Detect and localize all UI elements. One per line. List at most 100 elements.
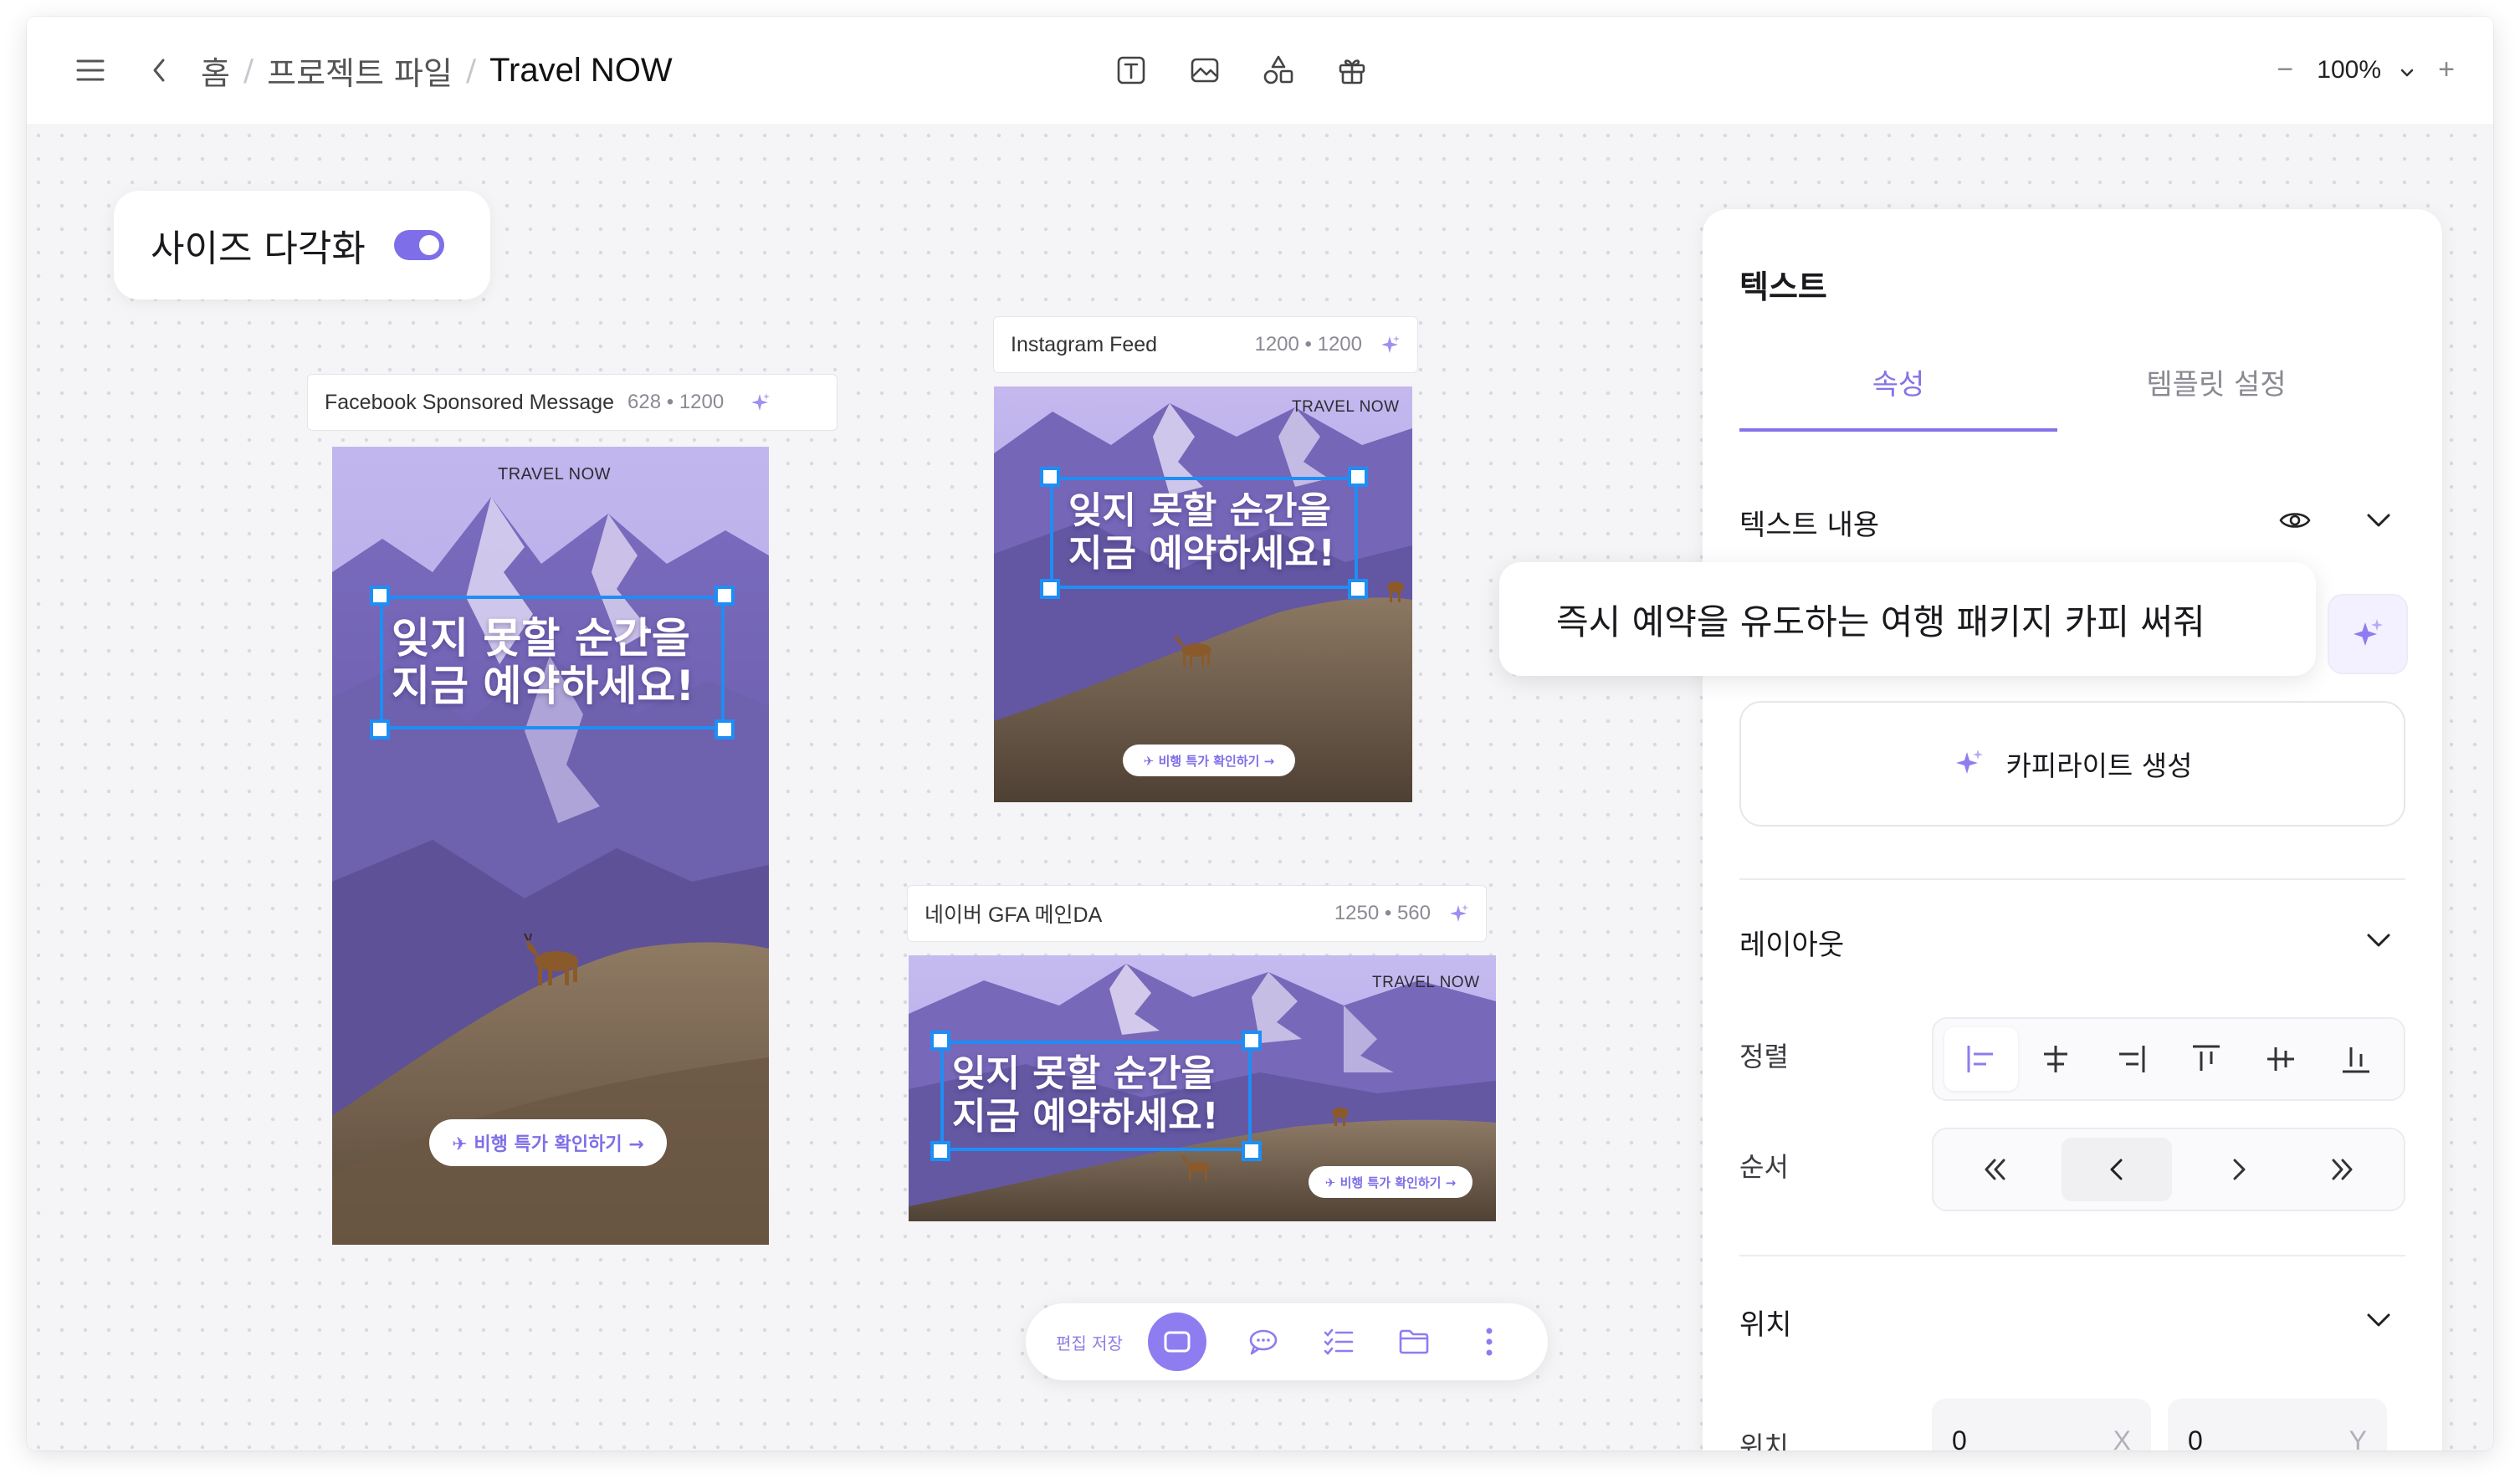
insert-toolbar xyxy=(1114,54,1369,87)
bring-forward-icon[interactable] xyxy=(2202,1138,2276,1201)
menu-icon[interactable] xyxy=(72,52,109,89)
chevron-down-icon[interactable] xyxy=(2364,925,2394,955)
ad-frame-facebook[interactable]: TRAVEL NOW 잊지 못할 순간을 지금 예약하세요! ✈ 비행 특가 확… xyxy=(332,447,769,1245)
ai-prompt-text: 즉시 예약을 유도하는 여행 패키지 카피 써줘 xyxy=(1556,601,2205,642)
ai-sparkle-icon xyxy=(2354,619,2383,646)
resize-handle[interactable] xyxy=(930,1141,950,1161)
resize-handle[interactable] xyxy=(715,719,735,739)
breadcrumb-project-files[interactable]: 프로젝트 파일 xyxy=(267,48,453,94)
zoom-control: − 100% + xyxy=(2272,54,2460,86)
cta-button[interactable]: ✈ 비행 특가 확인하기 → xyxy=(1123,745,1295,776)
tab-template-settings[interactable]: 템플릿 설정 xyxy=(2057,361,2375,402)
app-window: 홈 / 프로젝트 파일 / Travel NOW − 100% + 사이즈 다각… xyxy=(27,17,2493,1451)
tab-properties[interactable]: 속성 xyxy=(1739,361,2057,402)
text-tool-icon[interactable] xyxy=(1114,54,1148,87)
frame-label-naver[interactable]: 네이버 GFA 메인DA 1250 • 560 xyxy=(907,885,1487,942)
divider xyxy=(1739,878,2405,880)
ai-generate-button[interactable] xyxy=(2328,594,2408,674)
resize-handle[interactable] xyxy=(1348,467,1368,487)
resize-handle[interactable] xyxy=(1040,579,1060,599)
frame-label-instagram[interactable]: Instagram Feed 1200 • 1200 xyxy=(993,316,1418,373)
headline-line-1: 잊지 못할 순간을 xyxy=(1068,489,1331,533)
size-variation-card: 사이즈 다각화 xyxy=(114,191,490,299)
zoom-in-button[interactable]: + xyxy=(2433,54,2460,86)
resize-handle[interactable] xyxy=(370,719,390,739)
back-chevron-icon[interactable] xyxy=(142,54,176,87)
resize-handle[interactable] xyxy=(1040,467,1060,487)
send-to-back-icon[interactable] xyxy=(1959,1138,2032,1201)
ai-sparkle-icon[interactable] xyxy=(1447,903,1469,924)
image-tool-icon[interactable] xyxy=(1188,54,1222,87)
ai-sparkle-icon[interactable] xyxy=(1379,334,1401,356)
headline-text-box[interactable]: 잊지 못할 순간을 지금 예약하세요! xyxy=(370,586,735,739)
resize-handle[interactable] xyxy=(1242,1141,1262,1161)
position-x-axis-label: X xyxy=(2113,1425,2131,1451)
cta-button[interactable]: ✈ 비행 특가 확인하기 → xyxy=(429,1119,667,1166)
headline-line-1: 잊지 못할 순간을 xyxy=(952,1052,1215,1096)
properties-panel: 텍스트 속성 템플릿 설정 텍스트 내용 카피라이트 생성 레이아웃 정렬 순서… xyxy=(1703,209,2442,1451)
chevron-down-icon[interactable] xyxy=(2364,1305,2394,1335)
align-bottom-icon[interactable] xyxy=(2319,1027,2393,1091)
resize-handle[interactable] xyxy=(1348,579,1368,599)
brand-wordmark: TRAVEL NOW xyxy=(1372,974,1480,991)
resize-handle[interactable] xyxy=(715,586,735,606)
frame-name: 네이버 GFA 메인DA xyxy=(925,903,1103,927)
align-center-horizontal-icon[interactable] xyxy=(2019,1027,2092,1091)
align-right-icon[interactable] xyxy=(2094,1027,2168,1091)
folder-button[interactable] xyxy=(1391,1318,1437,1365)
frame-size: 1200 • 1200 xyxy=(1254,333,1362,356)
headline-line-2: 지금 예약하세요! xyxy=(392,662,695,710)
align-left-icon[interactable] xyxy=(1944,1027,2018,1091)
ad-frame-instagram[interactable]: TRAVEL NOW 잊지 못할 순간을 지금 예약하세요! ✈ 비행 특가 확… xyxy=(994,386,1412,802)
folder-icon xyxy=(1399,1329,1429,1354)
position-x-field[interactable]: 0 X xyxy=(1932,1399,2151,1451)
headline-line-2: 지금 예약하세요! xyxy=(952,1095,1219,1138)
headline-text-box[interactable]: 잊지 못할 순간을 지금 예약하세요! xyxy=(1040,467,1368,599)
headline-line-2: 지금 예약하세요! xyxy=(1068,532,1335,575)
more-vertical-icon xyxy=(1486,1328,1493,1356)
top-bar: 홈 / 프로젝트 파일 / Travel NOW − 100% + xyxy=(27,17,2493,124)
zoom-level[interactable]: 100% xyxy=(2317,56,2381,84)
send-backward-icon[interactable] xyxy=(2062,1138,2173,1201)
brand-wordmark: TRAVEL NOW xyxy=(498,465,612,484)
align-top-icon[interactable] xyxy=(2169,1027,2243,1091)
align-center-vertical-icon[interactable] xyxy=(2244,1027,2318,1091)
checklist-button[interactable] xyxy=(1315,1318,1362,1365)
comment-button[interactable] xyxy=(1240,1318,1287,1365)
more-options-button[interactable] xyxy=(1466,1318,1513,1365)
active-tab-indicator xyxy=(1739,428,2057,432)
resize-handle[interactable] xyxy=(370,586,390,606)
position-label: 위치 xyxy=(1739,1430,1789,1451)
save-edit-button[interactable]: 편집 저장 xyxy=(1056,1330,1148,1354)
breadcrumb-separator: / xyxy=(243,53,254,88)
bring-to-front-icon[interactable] xyxy=(2305,1138,2379,1201)
bottom-toolbar: 편집 저장 xyxy=(1026,1303,1548,1380)
ai-prompt-input[interactable]: 즉시 예약을 유도하는 여행 패키지 카피 써줘 xyxy=(1499,562,2316,676)
breadcrumb-current: Travel NOW xyxy=(489,51,673,89)
chevron-down-icon[interactable] xyxy=(2400,56,2415,84)
frame-label-facebook[interactable]: Facebook Sponsored Message 628 • 1200 xyxy=(307,374,837,431)
gift-tool-icon[interactable] xyxy=(1335,54,1369,87)
resize-handle[interactable] xyxy=(1242,1031,1262,1051)
divider xyxy=(1739,1255,2405,1256)
position-section-label: 위치 xyxy=(1739,1308,1792,1342)
cta-button[interactable]: ✈ 비행 특가 확인하기 → xyxy=(1309,1166,1473,1198)
frame-size: 1250 • 560 xyxy=(1334,902,1431,924)
size-variation-toggle[interactable] xyxy=(393,230,444,260)
brand-wordmark: TRAVEL NOW xyxy=(1292,398,1400,416)
zoom-out-button[interactable]: − xyxy=(2272,54,2298,86)
frame-view-button[interactable] xyxy=(1148,1313,1206,1371)
shapes-tool-icon[interactable] xyxy=(1262,54,1295,87)
eye-icon[interactable] xyxy=(2278,504,2312,537)
generate-copy-button[interactable]: 카피라이트 생성 xyxy=(1739,701,2405,826)
order-label: 순서 xyxy=(1739,1151,1789,1183)
generate-copy-label: 카피라이트 생성 xyxy=(2005,750,2193,782)
headline-text-box[interactable]: 잊지 못할 순간을 지금 예약하세요! xyxy=(930,1031,1262,1161)
breadcrumb: 홈 / 프로젝트 파일 / Travel NOW xyxy=(201,47,673,94)
ad-frame-naver[interactable]: TRAVEL NOW 잊지 못할 순간을 지금 예약하세요! ✈ 비행 특가 확… xyxy=(909,955,1496,1221)
chevron-down-icon[interactable] xyxy=(2364,505,2394,535)
breadcrumb-home[interactable]: 홈 xyxy=(201,48,230,94)
ai-sparkle-icon[interactable] xyxy=(749,391,771,413)
resize-handle[interactable] xyxy=(930,1031,950,1051)
position-y-field[interactable]: 0 Y xyxy=(2168,1399,2387,1451)
